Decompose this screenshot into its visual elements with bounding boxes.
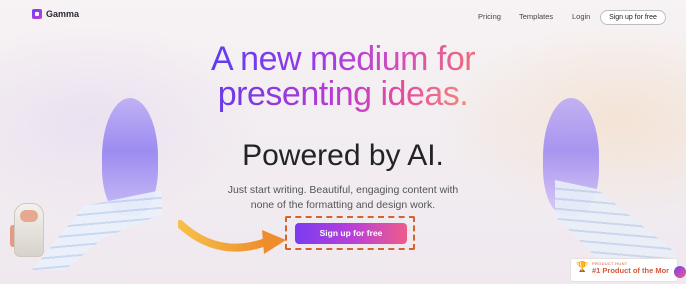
gamma-logo-icon — [32, 9, 42, 19]
nav-link-templates[interactable]: Templates — [519, 12, 553, 21]
annotation-arrow-icon — [178, 220, 286, 254]
hero-subtitle-line1: Just start writing. Beautiful, engaging … — [227, 184, 459, 196]
badge-title: #1 Product of the Mor — [592, 266, 670, 275]
nav-signup-button[interactable]: Sign up for free — [600, 10, 666, 25]
brand-logo[interactable]: Gamma — [32, 9, 79, 19]
hero-headline-line2: presenting ideas. — [217, 75, 469, 113]
top-nav: Gamma Pricing Templates Login Sign up fo… — [0, 0, 686, 32]
astronaut-illustration — [14, 203, 44, 257]
nav-link-login[interactable]: Login — [572, 12, 590, 21]
hero-signup-button[interactable]: Sign up for free — [295, 223, 407, 244]
hero-headline-line1: A new medium for — [210, 40, 476, 78]
hero-subtitle-line2: none of the formatting and design work. — [250, 199, 436, 211]
trophy-icon: 🏆 — [576, 262, 589, 273]
brand-name: Gamma — [46, 9, 80, 19]
hero-powered-by: Powered by AI. — [242, 139, 444, 172]
chat-icon[interactable] — [674, 266, 686, 278]
nav-link-pricing[interactable]: Pricing — [478, 12, 501, 21]
